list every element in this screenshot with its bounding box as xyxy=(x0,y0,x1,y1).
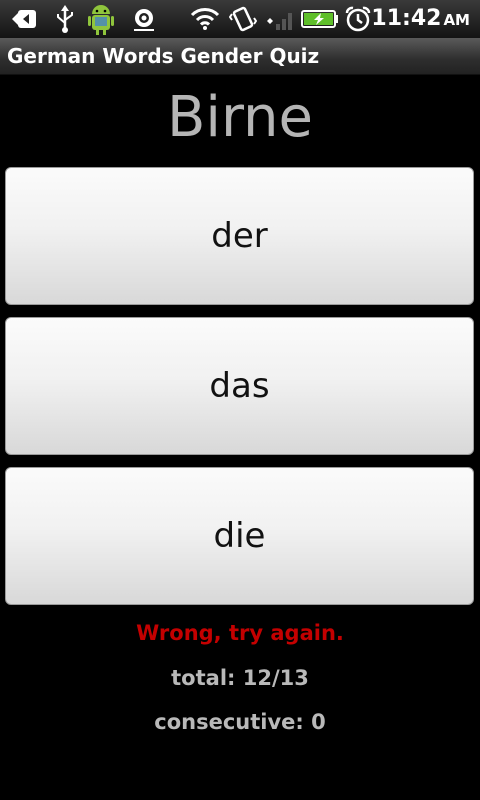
consecutive-score: consecutive: 0 xyxy=(154,710,326,734)
camera-icon xyxy=(128,0,160,38)
alarm-icon xyxy=(342,0,374,38)
app-title: German Words Gender Quiz xyxy=(7,44,320,68)
status-time: 11:42 AM xyxy=(371,0,470,38)
vibrate-icon xyxy=(228,0,258,38)
android-icon xyxy=(84,0,118,38)
clock-time: 11:42 xyxy=(371,6,442,31)
status-bar: 11:42 AM xyxy=(0,0,480,38)
der-button[interactable]: der xyxy=(5,167,474,305)
quiz-word: Birne xyxy=(167,85,313,150)
clock-ampm: AM xyxy=(443,11,470,29)
das-button[interactable]: das xyxy=(5,317,474,455)
feedback-message: Wrong, try again. xyxy=(136,621,344,645)
wifi-icon xyxy=(189,0,221,38)
die-button[interactable]: die xyxy=(5,467,474,605)
total-score: total: 12/13 xyxy=(171,666,309,690)
battery-icon xyxy=(300,0,340,38)
signal-icon xyxy=(265,0,297,38)
usb-icon xyxy=(52,0,78,38)
title-bar: German Words Gender Quiz xyxy=(0,38,480,75)
back-arrow-icon xyxy=(10,0,40,38)
